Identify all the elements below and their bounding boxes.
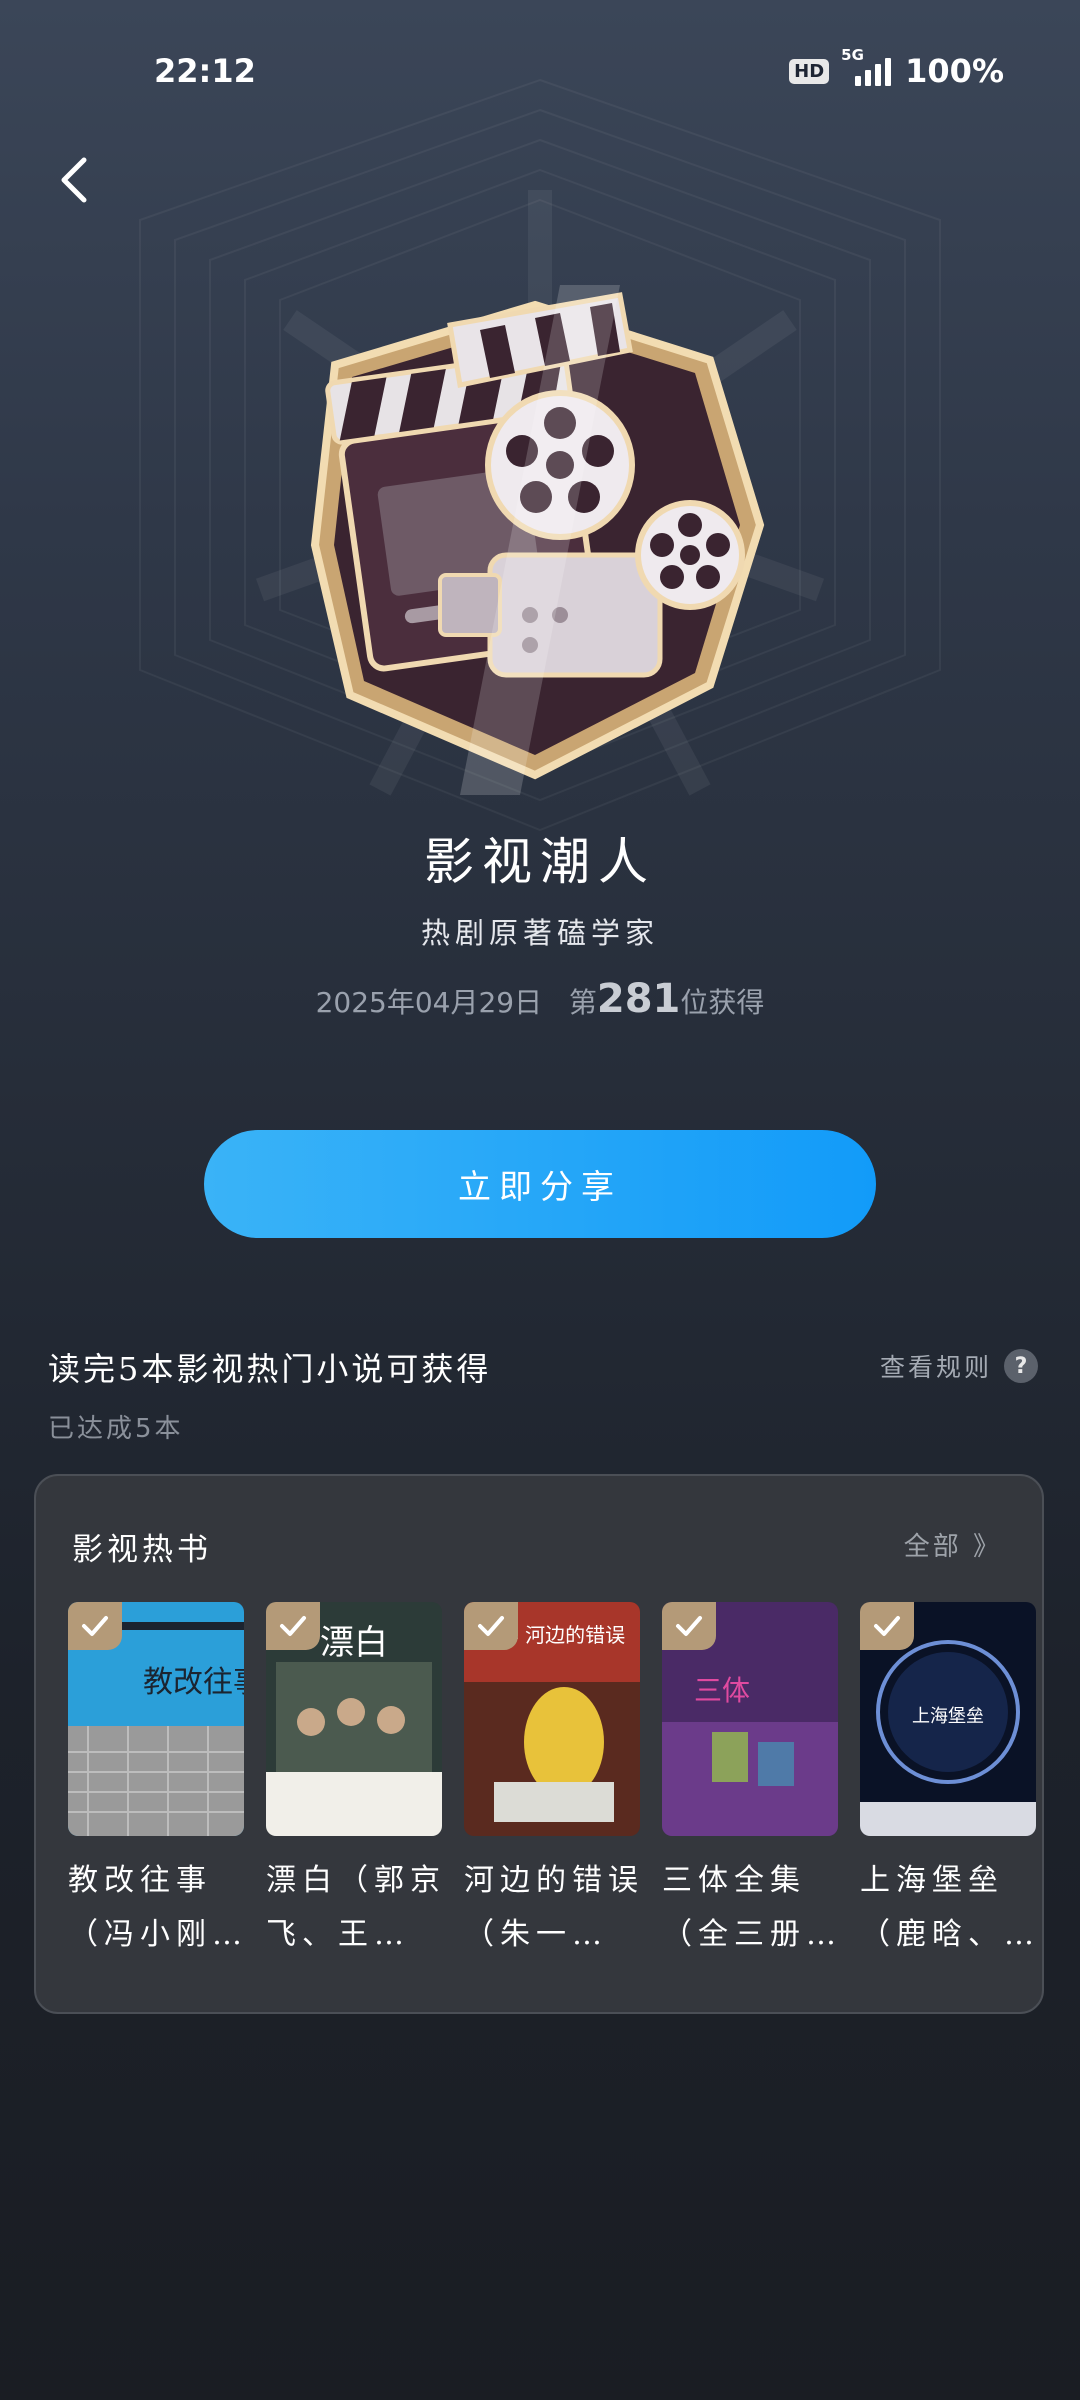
cover-text: 三体: [694, 1674, 750, 1707]
completed-check-icon: [860, 1602, 914, 1650]
book-item[interactable]: 上海堡垒 上海堡垒（鹿晗、…: [860, 1602, 1038, 1962]
book-cover: 漂白: [266, 1602, 442, 1836]
card-title: 影视热书: [72, 1532, 212, 1568]
help-icon: ?: [1004, 1349, 1038, 1383]
rank-prefix: 第: [568, 986, 597, 1019]
rank-number: 281: [596, 976, 681, 1022]
task-title: 读完5本影视热门小说可获得: [48, 1350, 492, 1388]
book-item[interactable]: 漂白 漂白（郭京飞、王…: [266, 1602, 444, 1962]
book-cover: 三体: [662, 1602, 838, 1836]
view-rules-link[interactable]: 查看规则 ?: [880, 1348, 1038, 1384]
badge-medal: [290, 255, 790, 815]
status-icons: HD 5G 100%: [789, 46, 1004, 90]
film-clapper-projector-icon: [310, 285, 765, 795]
share-button[interactable]: 立即分享: [204, 1130, 876, 1238]
book-title: 三体全集（全三册…: [662, 1863, 842, 1952]
book-cover: 上海堡垒: [860, 1602, 1036, 1836]
battery-level: 100%: [905, 52, 1004, 90]
hd-icon: HD: [789, 58, 830, 84]
badge-subtitle: 热剧原著磕学家: [420, 916, 659, 950]
chevron-left-icon: [61, 157, 87, 203]
rank-suffix: 位获得: [680, 986, 765, 1019]
book-item[interactable]: 余华 河边的错误 河边的错误（朱一…: [464, 1602, 642, 1962]
back-button[interactable]: [46, 150, 106, 210]
status-time: 22:12: [154, 52, 256, 90]
book-list: 教改往事 教改往事（冯小刚… 漂白: [68, 1602, 1040, 2002]
book-item[interactable]: 教改往事 教改往事（冯小刚…: [68, 1602, 246, 1962]
network-type: 5G: [841, 46, 864, 64]
completed-check-icon: [68, 1602, 122, 1650]
signal-icon: 5G: [841, 46, 892, 86]
badge-title: 影视潮人: [424, 833, 656, 891]
badge-earned-info: 2025年04月29日 第281位获得: [0, 976, 1080, 1022]
completed-check-icon: [662, 1602, 716, 1650]
book-item[interactable]: 三体 三体全集（全三册…: [662, 1602, 840, 1962]
hot-books-card: 影视热书 全部 》 教改往事 教改往事（冯小刚…: [34, 1474, 1044, 2014]
earned-date: 2025年04月29日: [315, 986, 543, 1019]
book-title: 漂白（郭京飞、王…: [266, 1863, 446, 1952]
cover-text: 漂白: [320, 1623, 388, 1663]
cover-text: 教改往事: [143, 1665, 244, 1700]
book-title: 河边的错误（朱一…: [464, 1863, 644, 1952]
book-title: 教改往事（冯小刚…: [68, 1863, 248, 1952]
cover-text: 上海堡垒: [912, 1706, 984, 1727]
completed-check-icon: [464, 1602, 518, 1650]
completed-check-icon: [266, 1602, 320, 1650]
task-progress: 已达成5本: [48, 1414, 184, 1444]
view-rules-label: 查看规则: [879, 1353, 992, 1382]
view-all-link[interactable]: 全部 》: [904, 1526, 1002, 1563]
status-bar: 22:12 HD 5G 100%: [0, 0, 1080, 140]
book-title: 上海堡垒（鹿晗、…: [860, 1863, 1040, 1952]
book-cover: 余华 河边的错误: [464, 1602, 640, 1836]
book-cover: 教改往事: [68, 1602, 244, 1836]
